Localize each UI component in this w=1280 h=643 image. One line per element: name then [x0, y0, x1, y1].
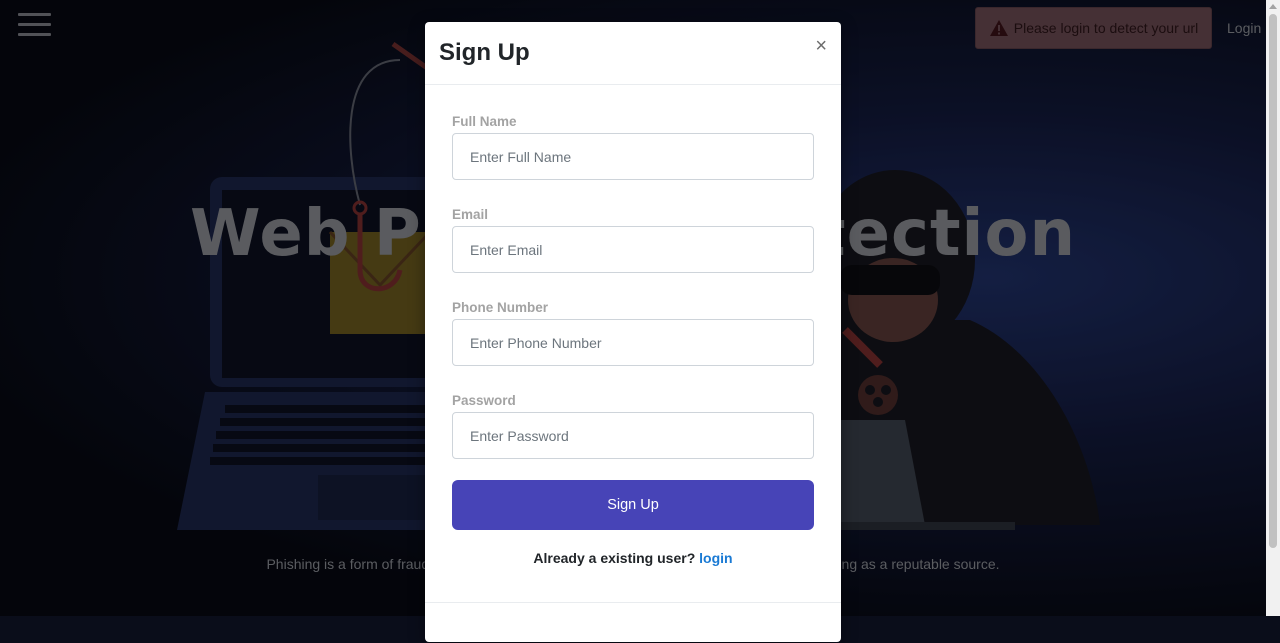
signup-modal: Sign Up × Full Name Email Phone Number P… [425, 22, 841, 642]
password-label: Password [452, 393, 516, 408]
login-link[interactable]: login [699, 550, 732, 566]
full-name-label: Full Name [452, 114, 517, 129]
phone-number-input[interactable] [452, 319, 814, 366]
full-name-input[interactable] [452, 133, 814, 180]
existing-user-prompt: Already a existing user? login [452, 550, 814, 566]
close-icon[interactable]: × [815, 36, 827, 56]
modal-title: Sign Up [439, 39, 530, 66]
modal-footer [425, 602, 841, 643]
signup-form: Full Name Email Phone Number Password Si… [452, 110, 814, 566]
page-scrollbar[interactable] [1266, 0, 1280, 616]
existing-user-text: Already a existing user? [533, 550, 696, 566]
scroll-up-arrow-icon[interactable] [1269, 4, 1277, 9]
email-input[interactable] [452, 226, 814, 273]
phone-number-label: Phone Number [452, 300, 549, 315]
modal-header: Sign Up × [425, 22, 841, 85]
scrollbar-thumb[interactable] [1269, 14, 1277, 548]
signup-submit-button[interactable]: Sign Up [452, 480, 814, 530]
password-input[interactable] [452, 412, 814, 459]
email-label: Email [452, 207, 489, 222]
